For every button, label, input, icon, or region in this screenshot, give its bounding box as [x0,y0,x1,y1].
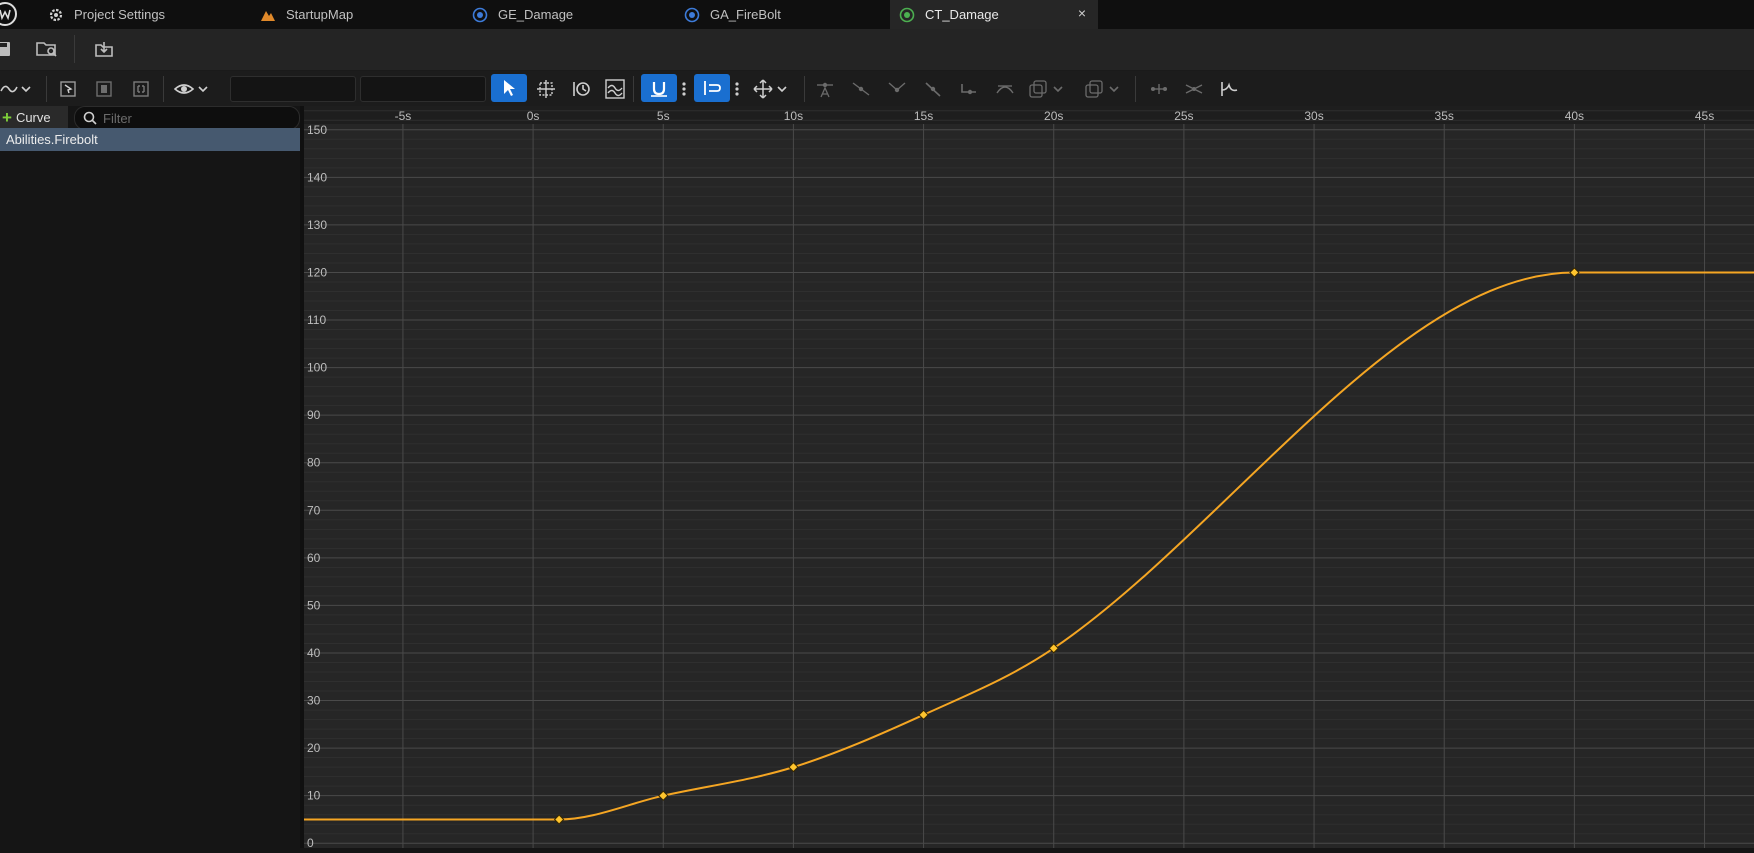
post-infinity-dropdown[interactable] [1084,78,1124,100]
y-tick-label: 60 [307,551,321,565]
frame-vertical-icon[interactable] [131,79,151,99]
y-tick-label: 90 [307,408,321,422]
y-tick-label: 140 [307,170,327,184]
search-icon [83,111,97,125]
visibility-dropdown[interactable] [173,79,211,99]
break-tangent-icon[interactable] [886,78,908,100]
pre-infinity-dropdown[interactable] [1028,78,1068,100]
y-tick-label: 150 [307,123,327,137]
map-icon [260,7,276,23]
tab-ct-damage[interactable]: CT_Damage × [890,0,1098,29]
gear-icon [48,7,64,23]
tab-label: GE_Damage [498,7,574,22]
plus-icon: + [2,107,12,127]
curve-graph-canvas[interactable]: 0 10 20 30 40 50 60 70 80 90 100 110 120 130 140 150 -5s… [304,106,1754,850]
x-tick-label: -5s [395,109,412,123]
x-tick-label: 35s [1435,109,1454,123]
straighten-tangents-icon[interactable] [1148,78,1170,100]
tab-label: CT_Damage [925,7,999,22]
y-tick-label: 50 [307,598,321,612]
y-tick-label: 120 [307,265,327,279]
x-tick-label: 40s [1565,109,1584,123]
graph-background [304,106,1754,848]
x-tick-label: 45s [1695,109,1714,123]
flatten-tangent-icon[interactable] [994,78,1016,100]
x-tick-label: 5s [657,109,670,123]
filter-curve-icon[interactable] [1218,78,1240,100]
main-toolbar [0,29,1754,71]
snap-options-icon[interactable] [679,78,689,100]
x-tick-label: 10s [784,109,803,123]
x-tick-label: 25s [1174,109,1193,123]
axis-snap-dropdown[interactable] [752,78,792,100]
select-tool-button[interactable] [491,74,527,102]
y-tick-label: 20 [307,741,321,755]
user-tangent-icon[interactable] [850,78,872,100]
engine-logo-icon[interactable] [0,1,18,27]
x-tick-label: 0s [527,109,540,123]
add-curve-label: Curve [15,109,51,125]
y-tick-label: 80 [307,456,321,470]
tab-startup-map[interactable]: StartupMap [260,0,460,29]
curve-table-icon [899,7,915,23]
y-tick-label: 30 [307,694,321,708]
add-curve-button[interactable]: + Curve [0,106,68,128]
linear-tangent-icon[interactable] [922,78,944,100]
curve-row-label: Abilities.Firebolt [6,132,98,147]
toolbar-separator [46,76,47,102]
frame-horizontal-icon[interactable] [94,79,114,99]
curve-editor-toolbar [0,71,1754,106]
y-tick-label: 10 [307,789,321,803]
curve-graph[interactable]: 0 10 20 30 40 50 60 70 80 90 100 110 120 130 140 150 -5s… [304,106,1754,850]
time-ruler [304,106,1754,124]
filter-placeholder: Filter [103,110,132,126]
close-tab-icon[interactable]: × [1078,5,1086,21]
y-tick-label: 110 [307,313,326,327]
tab-ga-firebolt[interactable]: GA_FireBolt [684,0,884,29]
y-tick-label: 100 [307,361,327,375]
frame-selection-icon[interactable] [58,79,78,99]
y-tick-label: 70 [307,503,321,517]
multi-scale-tool-icon[interactable] [604,78,626,100]
blueprint-icon [684,7,700,23]
blueprint-icon [472,7,488,23]
snap-time-options-icon[interactable] [732,78,742,100]
document-tab-bar: Project Settings StartupMap GE_Damage GA… [0,0,1754,29]
tab-label: GA_FireBolt [710,7,781,22]
curve-list-panel: + Curve Filter Abilities.Firebolt [0,106,300,848]
toolbar-separator [163,76,164,102]
curve-row-abilities-firebolt[interactable]: Abilities.Firebolt [0,128,300,151]
snap-value-button[interactable] [641,74,677,102]
retime-tool-icon[interactable] [570,78,592,100]
toolbar-separator [1135,76,1136,102]
x-tick-label: 30s [1304,109,1323,123]
tab-ge-damage[interactable]: GE_Damage [472,0,672,29]
x-tick-label: 20s [1044,109,1063,123]
tab-label: Project Settings [74,7,166,22]
toolbar-separator [804,76,805,102]
flatten-keys-icon[interactable] [1183,78,1205,100]
toolbar-separator [74,35,75,63]
transform-tool-icon[interactable] [535,78,557,100]
constant-tangent-icon[interactable] [958,78,980,100]
reimport-icon[interactable] [92,39,116,59]
key-value-field[interactable] [360,76,486,102]
x-tick-label: 15s [914,109,933,123]
view-mode-dropdown[interactable] [0,79,34,99]
y-tick-label: 130 [307,218,327,232]
y-tick-label: 40 [307,646,321,660]
toolbar-separator [633,76,634,102]
key-time-field[interactable] [230,76,356,102]
tab-label: StartupMap [286,7,354,22]
auto-tangent-icon[interactable] [814,78,836,100]
snap-time-button[interactable] [694,74,730,102]
y-tick-label: 0 [307,836,314,848]
save-icon[interactable] [0,39,12,59]
browse-icon[interactable] [34,39,60,59]
filter-input[interactable]: Filter [74,106,300,130]
tab-project-settings[interactable]: Project Settings [48,0,248,29]
